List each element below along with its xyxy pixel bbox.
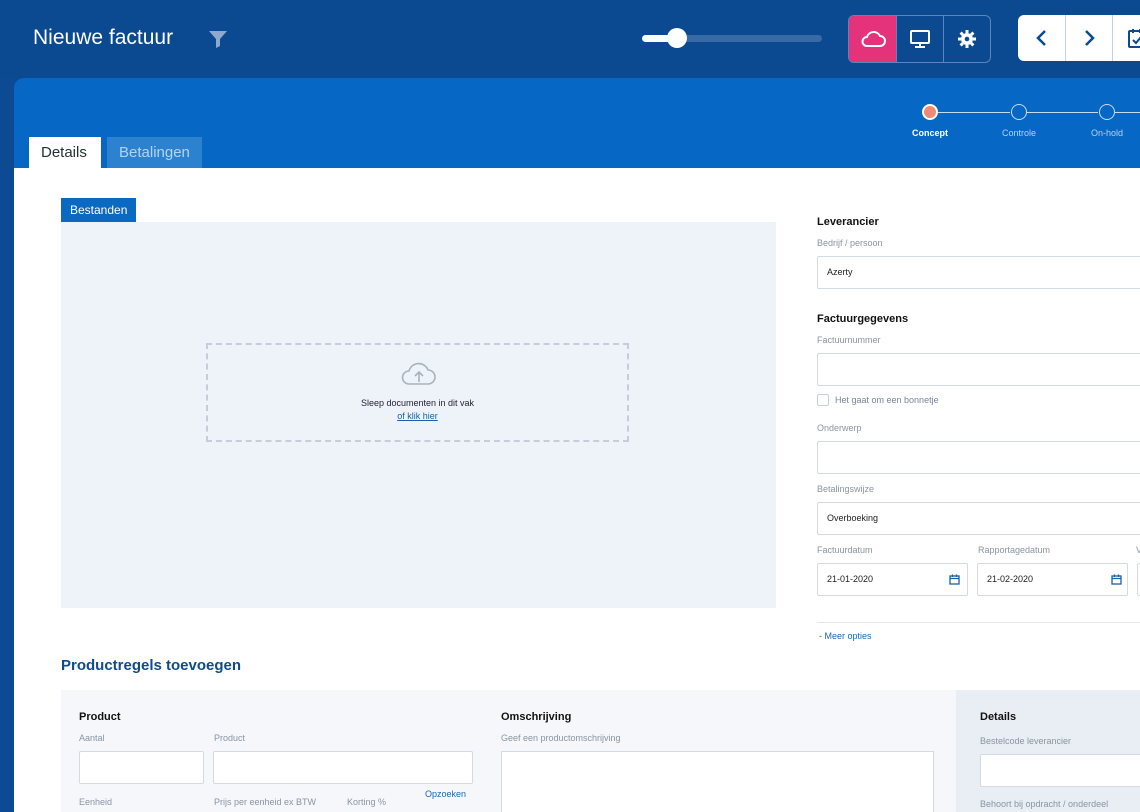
filter-icon[interactable] bbox=[208, 29, 228, 54]
product-heading: Product bbox=[79, 711, 121, 723]
monitor-icon bbox=[910, 30, 930, 48]
truncated-label: V bbox=[1136, 545, 1140, 555]
browse-files-link[interactable]: of klik hier bbox=[208, 411, 627, 421]
step-connector bbox=[1026, 112, 1098, 113]
chevron-left-icon bbox=[1035, 30, 1046, 46]
payment-method-label: Betalingswijze bbox=[817, 484, 875, 494]
product-lines-title: Productregels toevoegen bbox=[61, 657, 242, 674]
calendar-icon[interactable] bbox=[1111, 574, 1122, 585]
discount-label: Korting % bbox=[347, 797, 387, 807]
desktop-button[interactable] bbox=[896, 16, 943, 62]
order-code-label: Bestelcode leverancier bbox=[980, 736, 1072, 746]
description-textarea[interactable] bbox=[501, 751, 934, 812]
drop-instructions: Sleep documenten in dit vak bbox=[360, 398, 475, 408]
amount-input[interactable] bbox=[79, 751, 204, 784]
unit-label: Eenheid bbox=[79, 797, 113, 807]
step-onhold-dot[interactable] bbox=[1099, 104, 1115, 120]
description-heading: Omschrijving bbox=[501, 711, 572, 723]
step-label-controle: Controle bbox=[1001, 128, 1037, 138]
invoice-number-label: Factuurnummer bbox=[817, 335, 881, 345]
subject-label: Onderwerp bbox=[817, 423, 862, 433]
product-label: Product bbox=[214, 733, 246, 743]
supplier-heading: Leverancier bbox=[817, 216, 879, 228]
cloud-button[interactable] bbox=[849, 16, 896, 62]
chevron-right-icon bbox=[1085, 30, 1095, 46]
zoom-slider-handle[interactable] bbox=[667, 28, 687, 48]
files-badge: Bestanden bbox=[61, 198, 137, 222]
subject-input[interactable] bbox=[817, 441, 1140, 474]
settings-button[interactable] bbox=[943, 16, 990, 62]
step-label-onhold: On-hold bbox=[1090, 128, 1124, 138]
invoice-date-label: Factuurdatum bbox=[817, 545, 873, 555]
calendar-check-icon bbox=[1128, 29, 1140, 48]
invoice-date-input[interactable]: 21-01-2020 bbox=[817, 563, 968, 596]
description-label: Geef een productomschrijving bbox=[501, 733, 621, 743]
view-button-group bbox=[848, 15, 991, 63]
supplier-field[interactable]: Azerty bbox=[817, 256, 1140, 289]
receipt-checkbox[interactable] bbox=[817, 394, 829, 406]
details-heading: Details bbox=[980, 711, 1017, 723]
step-connector bbox=[938, 112, 1010, 113]
step-controle-dot[interactable] bbox=[1011, 104, 1027, 120]
cloud-icon bbox=[861, 31, 886, 47]
report-date-input[interactable]: 21-02-2020 bbox=[977, 563, 1128, 596]
order-code-input[interactable] bbox=[980, 754, 1140, 787]
calendar-icon[interactable] bbox=[949, 574, 960, 585]
invoice-number-input[interactable] bbox=[817, 353, 1140, 386]
gear-icon bbox=[958, 30, 976, 48]
product-details-panel bbox=[956, 690, 1140, 812]
payment-method-select[interactable]: Overboeking bbox=[817, 502, 1140, 535]
divider bbox=[817, 622, 1140, 623]
record-navigation bbox=[1018, 15, 1140, 61]
lookup-link[interactable]: Opzoeken bbox=[425, 789, 466, 799]
tab-details[interactable]: Details bbox=[29, 137, 101, 168]
price-label: Prijs per eenheid ex BTW bbox=[214, 797, 317, 807]
invoice-data-heading: Factuurgegevens bbox=[817, 313, 909, 325]
calendar-button[interactable] bbox=[1112, 15, 1140, 61]
more-options-link[interactable]: - Meer opties bbox=[819, 631, 872, 641]
page-title: Nieuwe factuur bbox=[33, 26, 174, 49]
supplier-label: Bedrijf / persoon bbox=[817, 238, 883, 248]
cloud-upload-icon bbox=[401, 362, 436, 385]
next-button[interactable] bbox=[1065, 15, 1112, 61]
belongs-to-label: Behoort bij opdracht / onderdeel bbox=[980, 799, 1109, 809]
tab-betalingen[interactable]: Betalingen bbox=[107, 137, 202, 168]
product-input[interactable] bbox=[213, 751, 473, 784]
step-label-concept: Concept bbox=[912, 128, 948, 138]
previous-button[interactable] bbox=[1018, 15, 1065, 61]
step-connector bbox=[1115, 112, 1140, 113]
step-concept-dot[interactable] bbox=[922, 104, 938, 120]
amount-label: Aantal bbox=[79, 733, 105, 743]
report-date-label: Rapportagedatum bbox=[978, 545, 1051, 555]
receipt-checkbox-label: Het gaat om een bonnetje bbox=[835, 395, 939, 405]
file-dropzone[interactable]: Sleep documenten in dit vak of klik hier bbox=[206, 343, 629, 442]
